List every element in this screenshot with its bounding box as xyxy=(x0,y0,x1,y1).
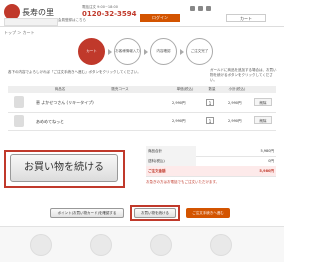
step-complete: ご注文完了 xyxy=(186,38,213,65)
col-price: 単価(税込) xyxy=(176,87,194,91)
step-complete-label: ご注文完了 xyxy=(190,49,209,53)
login-button[interactable]: ログイン xyxy=(140,14,180,22)
summary-label: ご注文金額 xyxy=(146,166,196,176)
delete-button[interactable]: 削除 xyxy=(254,98,272,106)
col-product: 商品名 xyxy=(54,87,66,91)
product-image[interactable] xyxy=(14,96,24,108)
register-banner-text[interactable]: 会員登録はこちら xyxy=(58,18,86,23)
row-subtotal: 2,990円 xyxy=(228,101,242,105)
menu-icon-1[interactable] xyxy=(190,6,195,11)
badge-icon xyxy=(210,234,232,256)
step-confirm-label: 内容確認 xyxy=(156,49,171,53)
col-qty: 数量 xyxy=(208,87,216,91)
site-logo[interactable]: 長寿の里 xyxy=(22,7,54,18)
summary-value: 0円 xyxy=(268,159,274,163)
summary-label: 商品合計 xyxy=(146,146,196,156)
order-note: お急ぎの方はお電話でもご注文いただけます。 xyxy=(146,180,220,184)
check-points-button[interactable]: ポイント(お買い物カード)を確認する xyxy=(50,208,124,218)
register-banner[interactable] xyxy=(4,18,58,26)
cart-button[interactable]: カート xyxy=(226,14,266,22)
product-name[interactable]: 恵 よかせつさん (リキータイプ) xyxy=(36,100,94,106)
quantity-field[interactable]: 1 xyxy=(206,117,214,124)
unit-price: 2,990円 xyxy=(172,119,186,123)
step-customer-info: お客様情報入力 xyxy=(114,38,141,65)
phone-number: 0120-32-3594 xyxy=(82,10,137,18)
summary-label: 送料(税込) xyxy=(146,156,196,166)
unit-price: 2,990円 xyxy=(172,101,186,105)
continue-shopping-button-large[interactable]: お買い物を続ける xyxy=(10,154,118,182)
summary-value: 5,980円 xyxy=(260,149,274,153)
product-name[interactable]: あめめてねっと xyxy=(36,119,64,125)
delete-button[interactable]: 削除 xyxy=(254,116,272,124)
step-cart: カート xyxy=(78,38,105,65)
menu-icon-3[interactable] xyxy=(206,6,211,11)
quantity-field[interactable]: 1 xyxy=(206,99,214,106)
notice-left: 各下の内容でよろしければ「ご注文手続きへ進む」ボタンをクリックしてください。 xyxy=(8,70,141,74)
badge-icon xyxy=(30,234,52,256)
summary-value: 5,980円 xyxy=(259,169,274,173)
col-subtotal: 小計(税込) xyxy=(228,87,246,91)
step-arrow-icon xyxy=(144,49,148,55)
step-cart-label: カート xyxy=(86,49,97,53)
continue-shopping-button[interactable]: お買い物を続ける xyxy=(134,208,176,218)
step-customer-info-label: お客様情報入力 xyxy=(115,49,140,53)
step-confirm: 内容確認 xyxy=(150,38,177,65)
row-subtotal: 2,990円 xyxy=(228,119,242,123)
badge-icon xyxy=(90,234,112,256)
col-course: 販売コース xyxy=(111,87,129,91)
menu-icon-2[interactable] xyxy=(198,6,203,11)
notice-right: ガールドに商品を追加する場合は、お買い物を続けるボタンをクリックしてください。 xyxy=(210,68,277,82)
breadcrumb[interactable]: トップ ＞ カート xyxy=(4,30,35,36)
product-image[interactable] xyxy=(14,115,24,127)
checkout-button[interactable]: ご注文手続きへ進む xyxy=(186,208,230,218)
summary-row-total: ご注文金額 5,980円 xyxy=(146,166,276,177)
step-arrow-icon xyxy=(180,49,184,55)
badge-icon xyxy=(150,234,172,256)
step-arrow-icon xyxy=(108,49,112,55)
